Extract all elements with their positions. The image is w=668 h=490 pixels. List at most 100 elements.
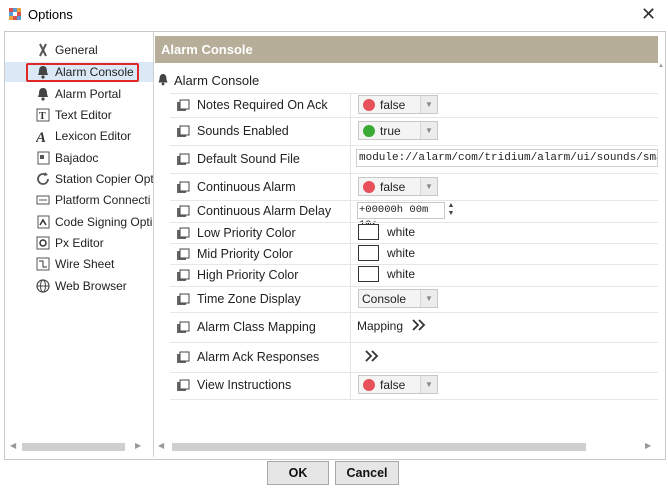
vertical-scrollbar[interactable]: ▲ — [658, 63, 664, 443]
panel-horizontal-scrollbar[interactable]: ◀ ▶ — [158, 441, 658, 452]
double-chevron-right-icon[interactable] — [364, 349, 380, 363]
double-chevron-right-icon[interactable] — [411, 318, 427, 332]
sidebar-item-label: Platform Connecti — [55, 193, 151, 207]
chevron-down-icon[interactable]: ▼ — [420, 376, 437, 393]
scroll-left-arrow-icon[interactable]: ◀ — [158, 441, 164, 450]
platform-icon — [35, 192, 51, 208]
property-slot-icon — [177, 153, 190, 165]
sidebar-item-lexicon-editor[interactable]: A Lexicon Editor — [5, 126, 153, 146]
time-zone-dropdown[interactable]: Console ▼ — [358, 289, 438, 308]
property-label: Continuous Alarm — [197, 179, 296, 194]
dropdown-value: false — [380, 378, 406, 392]
globe-icon — [35, 278, 51, 294]
property-slot-icon — [177, 269, 190, 281]
sidebar-item-general[interactable]: General — [5, 40, 153, 60]
false-status-icon — [363, 99, 375, 111]
property-group[interactable]: Alarm Console — [155, 70, 658, 90]
chevron-down-icon[interactable]: ▼ — [420, 290, 437, 307]
scroll-left-arrow-icon[interactable]: ◀ — [10, 441, 16, 450]
sidebar-item-label: Alarm Portal — [55, 87, 122, 101]
sidebar-item-station-copier[interactable]: Station Copier Opt — [5, 169, 153, 189]
property-row-alarm-ack-responses: Alarm Ack Responses — [170, 342, 658, 373]
default-sound-file-input[interactable]: module://alarm/com/tridium/alarm/ui/soun… — [356, 149, 658, 167]
chevron-down-icon[interactable]: ▼ — [420, 178, 437, 195]
sidebar-item-wire-sheet[interactable]: Wire Sheet — [5, 254, 153, 274]
color-swatch[interactable] — [358, 224, 379, 240]
sidebar-horizontal-scrollbar[interactable]: ◀ ▶ — [10, 441, 145, 452]
signing-icon — [35, 214, 51, 230]
view-instructions-dropdown[interactable]: false ▼ — [358, 375, 438, 394]
scroll-right-arrow-icon[interactable]: ▶ — [645, 441, 651, 450]
svg-text:A: A — [36, 130, 46, 144]
sidebar-item-platform-connection[interactable]: Platform Connecti — [5, 190, 153, 210]
sidebar-item-label: Bajadoc — [55, 151, 99, 165]
window-title: Options — [28, 7, 73, 22]
property-slot-icon — [177, 99, 190, 111]
property-slot-icon — [177, 125, 190, 137]
sidebar-item-label: Text Editor — [55, 108, 112, 122]
property-label: Alarm Ack Responses — [197, 350, 320, 364]
wrench-icon — [35, 42, 51, 58]
property-slot-icon — [177, 248, 190, 260]
panel-header-title: Alarm Console — [161, 42, 253, 57]
property-slot-icon — [177, 293, 190, 305]
title-bar — [0, 0, 668, 30]
lexicon-icon: A — [35, 128, 51, 144]
sidebar-item-label: General — [55, 43, 98, 57]
sounds-enabled-dropdown[interactable]: true ▼ — [358, 121, 438, 140]
sidebar-item-label: Web Browser — [55, 279, 127, 293]
group-label: Alarm Console — [174, 73, 260, 88]
property-label: Alarm Class Mapping — [197, 320, 316, 334]
dropdown-value: false — [380, 180, 406, 194]
continuous-alarm-dropdown[interactable]: false ▼ — [358, 177, 438, 196]
dropdown-value: true — [380, 124, 401, 138]
mapping-link-label: Mapping — [357, 319, 404, 333]
sidebar-item-code-signing[interactable]: Code Signing Opti — [5, 212, 153, 232]
color-swatch[interactable] — [358, 245, 379, 261]
dropdown-value: false — [380, 98, 406, 112]
property-slot-icon — [177, 227, 190, 239]
scroll-up-arrow-icon[interactable]: ▲ — [658, 63, 664, 69]
property-label: Notes Required On Ack — [197, 98, 328, 112]
property-label: Mid Priority Color — [197, 246, 293, 261]
property-label: Time Zone Display — [197, 292, 301, 306]
color-value: white — [387, 246, 416, 260]
ok-button[interactable]: OK — [267, 461, 329, 485]
sidebar-item-bajadoc[interactable]: Bajadoc — [5, 148, 153, 168]
color-swatch[interactable] — [358, 266, 379, 282]
scrollbar-thumb[interactable] — [22, 443, 125, 451]
false-status-icon — [363, 379, 375, 391]
app-icon — [9, 8, 21, 20]
continuous-alarm-delay-input[interactable]: +00000h 00m 10s — [357, 202, 445, 231]
time-spinner[interactable]: ▲ ▼ — [446, 202, 456, 219]
svg-text:T: T — [39, 111, 46, 122]
close-button[interactable]: ✕ — [641, 4, 656, 25]
property-label: High Priority Color — [197, 268, 299, 282]
property-slot-icon — [177, 351, 190, 363]
refresh-icon — [35, 171, 51, 187]
notes-required-dropdown[interactable]: false ▼ — [358, 95, 438, 114]
color-value: white — [387, 267, 416, 281]
scroll-right-arrow-icon[interactable]: ▶ — [135, 441, 141, 450]
scrollbar-thumb[interactable] — [172, 443, 586, 451]
sidebar-item-label: Wire Sheet — [55, 257, 115, 271]
sidebar-item-alarm-portal[interactable]: Alarm Portal — [5, 84, 153, 104]
text-editor-icon: T — [35, 107, 51, 123]
sidebar-item-label: Px Editor — [55, 236, 104, 250]
bell-icon — [35, 86, 51, 102]
sidebar-item-px-editor[interactable]: Px Editor — [5, 233, 153, 253]
property-slot-icon — [177, 205, 190, 217]
dropdown-value: Console — [362, 292, 407, 306]
chevron-down-icon[interactable]: ▼ — [420, 122, 437, 139]
property-label: Low Priority Color — [197, 225, 296, 240]
true-status-icon — [363, 125, 375, 137]
bell-icon — [158, 74, 168, 86]
panel-header: Alarm Console — [155, 36, 658, 63]
sidebar-item-web-browser[interactable]: Web Browser — [5, 276, 153, 296]
selection-highlight — [26, 63, 139, 82]
false-status-icon — [363, 181, 375, 193]
chevron-down-icon[interactable]: ▼ — [420, 96, 437, 113]
sidebar-item-text-editor[interactable]: T Text Editor — [5, 105, 153, 125]
cancel-button[interactable]: Cancel — [335, 461, 399, 485]
property-slot-icon — [177, 181, 190, 193]
